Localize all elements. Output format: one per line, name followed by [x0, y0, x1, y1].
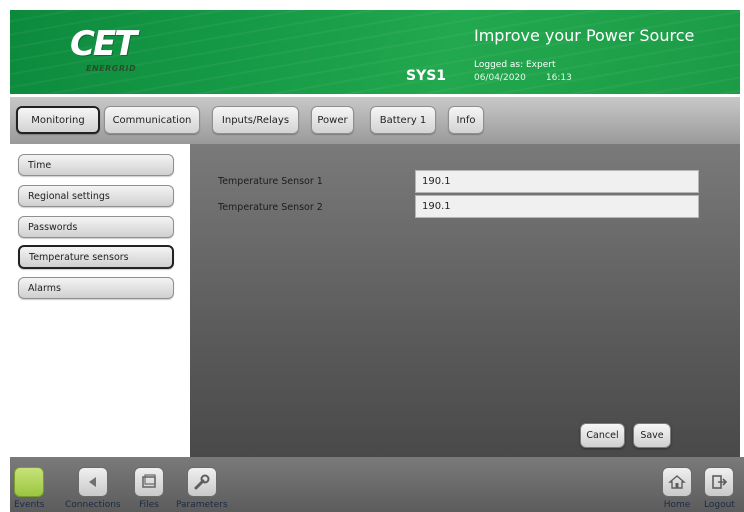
home-icon — [662, 467, 692, 497]
logout-label: Logout — [704, 500, 735, 510]
tab-communication[interactable]: Communication — [104, 106, 200, 134]
tab-monitoring[interactable]: Monitoring — [16, 106, 100, 134]
save-button[interactable]: Save — [633, 423, 671, 448]
temperature-sensor-1-field[interactable]: 190.1 — [415, 170, 699, 193]
logout-button[interactable]: Logout — [704, 467, 735, 510]
logout-icon — [704, 467, 735, 497]
events-button[interactable]: Events — [14, 467, 44, 510]
main-panel: Temperature Sensor 1 190.1 Temperature S… — [190, 144, 740, 457]
parameters-label: Parameters — [176, 500, 228, 510]
logo-subtext: ENERGRID — [86, 64, 137, 73]
cancel-button[interactable]: Cancel — [580, 423, 625, 448]
sidebar-item-regional-settings[interactable]: Regional settings — [18, 185, 174, 207]
home-label: Home — [663, 500, 691, 510]
datetime-display: 06/04/2020 16:13 — [474, 73, 572, 83]
files-label: Files — [139, 500, 159, 510]
files-button[interactable]: Files — [134, 467, 164, 510]
home-button[interactable]: Home — [662, 467, 692, 510]
events-label: Events — [14, 500, 45, 510]
header-banner: CET ENERGRID Improve your Power Source S… — [10, 10, 740, 94]
tab-power[interactable]: Power — [311, 106, 354, 134]
logo-mark: CET — [70, 24, 137, 64]
time-label: 16:13 — [545, 73, 572, 83]
tab-info[interactable]: Info — [448, 106, 484, 134]
tab-inputs-relays[interactable]: Inputs/Relays — [212, 106, 299, 134]
temperature-sensor-2-field[interactable]: 190.1 — [415, 195, 699, 218]
connections-icon — [77, 467, 108, 497]
connections-button[interactable]: Connections — [65, 467, 121, 510]
sidebar-item-alarms[interactable]: Alarms — [18, 277, 174, 299]
company-logo: CET ENERGRID — [62, 24, 162, 80]
sidebar: Time Regional settings Passwords Tempera… — [10, 144, 182, 457]
temperature-sensor-2-label: Temperature Sensor 2 — [218, 202, 323, 213]
wrench-icon — [186, 467, 217, 497]
sidebar-item-time[interactable]: Time — [18, 154, 174, 176]
sidebar-item-temperature-sensors[interactable]: Temperature sensors — [18, 245, 174, 269]
files-icon — [134, 467, 164, 497]
temperature-sensor-1-label: Temperature Sensor 1 — [218, 176, 323, 187]
events-icon — [14, 467, 45, 497]
sidebar-item-passwords[interactable]: Passwords — [18, 216, 174, 238]
tagline: Improve your Power Source — [474, 26, 695, 45]
date-label: 06/04/2020 — [474, 73, 526, 83]
logged-as-label: Logged as: Expert — [474, 60, 556, 70]
top-tab-bar: Monitoring Communication Inputs/Relays P… — [10, 97, 740, 144]
parameters-button[interactable]: Parameters — [176, 467, 228, 510]
bottom-bar: Events Connections Files Parameters Home… — [10, 457, 744, 512]
tab-battery-1[interactable]: Battery 1 — [370, 106, 436, 134]
system-name: SYS1 — [406, 68, 447, 84]
connections-label: Connections — [65, 500, 121, 510]
